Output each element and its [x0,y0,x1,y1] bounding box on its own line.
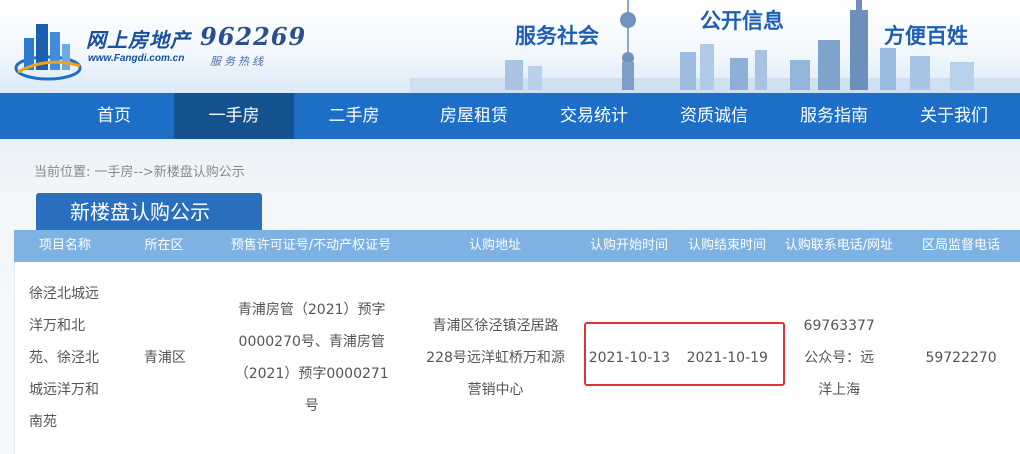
col-end-date: 认购结束时间 [687,238,766,253]
page-content: 当前位置: 一手房-->新楼盘认购公示 新楼盘认购公示 项目名称 所在区 预售许… [0,139,1020,454]
col-permit-number: 预售许可证号/不动产权证号 [230,238,392,253]
nav-second-hand[interactable]: 二手房 [294,93,414,139]
site-logo-url: www.Fangdi.com.cn [88,53,185,64]
col-address: 认购地址 [468,238,521,253]
breadcrumb: 当前位置: 一手房-->新楼盘认购公示 [34,165,245,180]
col-start-date: 认购开始时间 [589,238,668,253]
cell-start-date: 2021-10-13 [588,350,671,366]
subscription-table: 项目名称 所在区 预售许可证号/不动产权证号 认购地址 认购开始时间 认购结束时… [14,230,1020,454]
nav-about-us[interactable]: 关于我们 [894,93,1014,139]
table-header-row: 项目名称 所在区 预售许可证号/不动产权证号 认购地址 认购开始时间 认购结束时… [14,230,1020,262]
slogan-convenience: 方便百姓 [884,24,968,48]
table-row[interactable]: 徐泾北城远洋万和北苑、徐泾北城远洋万和南苑 青浦区 青浦房管（2021）预字00… [14,262,1020,454]
cell-district: 青浦区 [143,350,186,366]
building-logo-icon [14,24,82,81]
section-title-tab: 新楼盘认购公示 [36,193,262,231]
nav-rental[interactable]: 房屋租赁 [414,93,534,139]
nav-home[interactable]: 首页 [54,93,174,139]
main-nav: 首页 一手房 二手房 房屋租赁 交易统计 资质诚信 服务指南 关于我们 [0,93,1020,139]
nav-new-homes[interactable]: 一手房 [174,93,294,139]
cell-permit-number: 青浦房管（2021）预字0000270号、青浦房管（2021）预字0000271… [234,302,389,414]
nav-credentials[interactable]: 资质诚信 [654,93,774,139]
slogan-public-info: 公开信息 [700,9,784,33]
cell-supervision-phone: 59722270 [925,350,997,366]
cell-end-date: 2021-10-19 [686,350,768,366]
col-project-name: 项目名称 [38,238,91,253]
col-contact: 认购联系电话/网址 [784,238,894,253]
col-district: 所在区 [144,238,184,253]
cell-contact: 69763377 公众号：远洋上海 [803,318,875,398]
slogan-serve-society: 服务社会 [515,24,599,48]
nav-service-guide[interactable]: 服务指南 [774,93,894,139]
site-logo-name: 网上房地产 [86,28,191,52]
nav-statistics[interactable]: 交易统计 [534,93,654,139]
hotline-label: 服务热线 [210,55,266,68]
cell-address: 青浦区徐泾镇泾居路228号远洋虹桥万和源营销中心 [426,318,565,398]
header-banner: 网上房地产 www.Fangdi.com.cn 962269 服务热线 服务社会… [0,0,1020,93]
col-supervision-phone: 区局监督电话 [921,238,1000,253]
hotline-number: 962269 [200,22,307,51]
cell-project-name: 徐泾北城远洋万和北苑、徐泾北城远洋万和南苑 [29,286,99,430]
